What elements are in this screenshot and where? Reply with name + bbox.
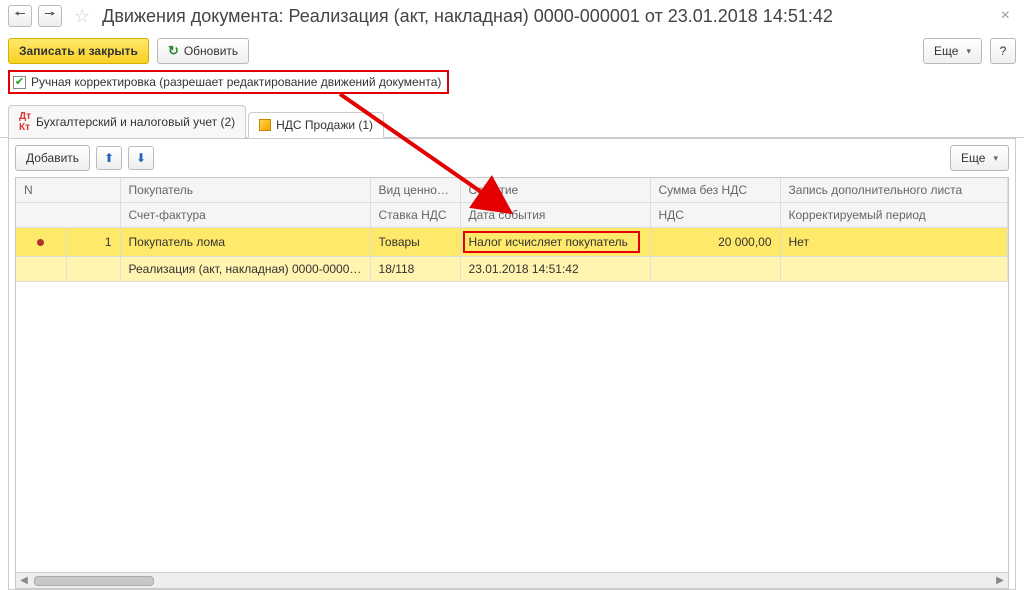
cell-num: 1 [66,228,120,257]
col-sum[interactable]: Сумма без НДС [650,178,780,203]
nav-forward-button[interactable]: 🠖 [38,5,62,27]
tab-accounting-label: Бухгалтерский и налоговый учет (2) [36,115,235,129]
row-marker-icon [37,239,44,246]
scroll-thumb[interactable] [34,576,154,586]
scroll-right-icon[interactable]: ▶ [992,575,1008,586]
col-n[interactable]: N [16,178,120,203]
scroll-left-icon[interactable]: ◀ [16,575,32,586]
add-row-button[interactable]: Добавить [15,145,90,171]
horizontal-scrollbar[interactable]: ◀ ▶ [16,572,1008,588]
cell-valtype: Товары [370,228,460,257]
favorite-star-icon[interactable]: ☆ [74,6,90,27]
header-row-1: N Покупатель Вид ценности Событие Сумма … [16,178,1008,203]
cell-invoice: Реализация (акт, накладная) 0000-00000… [120,257,370,282]
move-down-button[interactable]: ⬇ [128,146,154,170]
move-up-button[interactable]: ⬆ [96,146,122,170]
tab-vat-sales-label: НДС Продажи (1) [276,118,373,132]
cell-eventdate: 23.01.2018 14:51:42 [460,257,650,282]
cell-sum: 20 000,00 [650,228,780,257]
manual-edit-label: Ручная корректировка (разрешает редактир… [31,75,441,89]
col-buyer[interactable]: Покупатель [120,178,370,203]
cell-record: Нет [780,228,1007,257]
manual-edit-checkbox-row[interactable]: ✔ Ручная корректировка (разрешает редакт… [8,70,449,94]
table-row[interactable]: 1 Покупатель лома Товары Налог исчисляет… [16,228,1008,257]
header-row-2: Счет-фактура Ставка НДС Дата события НДС… [16,203,1008,228]
tabs: ДтКт Бухгалтерский и налоговый учет (2) … [0,104,1024,138]
grid-table: N Покупатель Вид ценности Событие Сумма … [16,178,1008,282]
cell-rate: 18/118 [370,257,460,282]
refresh-icon: ↻ [168,43,179,59]
tab-accounting[interactable]: ДтКт Бухгалтерский и налоговый учет (2) [8,105,246,138]
col-corr[interactable]: Корректируемый период [780,203,1007,228]
refresh-button[interactable]: ↻ Обновить [157,38,249,64]
grid-empty-area [16,282,1008,572]
col-rate[interactable]: Ставка НДС [370,203,460,228]
refresh-label: Обновить [184,44,238,58]
register-icon [259,119,271,131]
cell-event: Налог исчисляет покупатель [460,228,650,257]
save-and-close-button[interactable]: Записать и закрыть [8,38,149,64]
col-record[interactable]: Запись дополнительного листа [780,178,1007,203]
grid-panel: Добавить ⬆ ⬇ Еще N Покупатель Вид ценнос… [8,138,1016,590]
col-event[interactable]: Событие [460,178,650,203]
cell-buyer: Покупатель лома [120,228,370,257]
more-button[interactable]: Еще [923,38,982,64]
close-button[interactable]: × [995,7,1016,25]
col-eventdate[interactable]: Дата события [460,203,650,228]
help-button[interactable]: ? [990,38,1016,64]
ledger-icon: ДтКт [19,111,31,133]
page-title: Движения документа: Реализация (акт, нак… [102,6,989,27]
tab-vat-sales[interactable]: НДС Продажи (1) [248,112,384,138]
col-valtype[interactable]: Вид ценности [370,178,460,203]
nav-back-button[interactable]: 🠔 [8,5,32,27]
panel-more-button[interactable]: Еще [950,145,1009,171]
col-vat[interactable]: НДС [650,203,780,228]
col-invoice[interactable]: Счет-фактура [120,203,370,228]
table-row[interactable]: Реализация (акт, накладная) 0000-00000… … [16,257,1008,282]
manual-edit-checkbox[interactable]: ✔ [13,76,26,89]
